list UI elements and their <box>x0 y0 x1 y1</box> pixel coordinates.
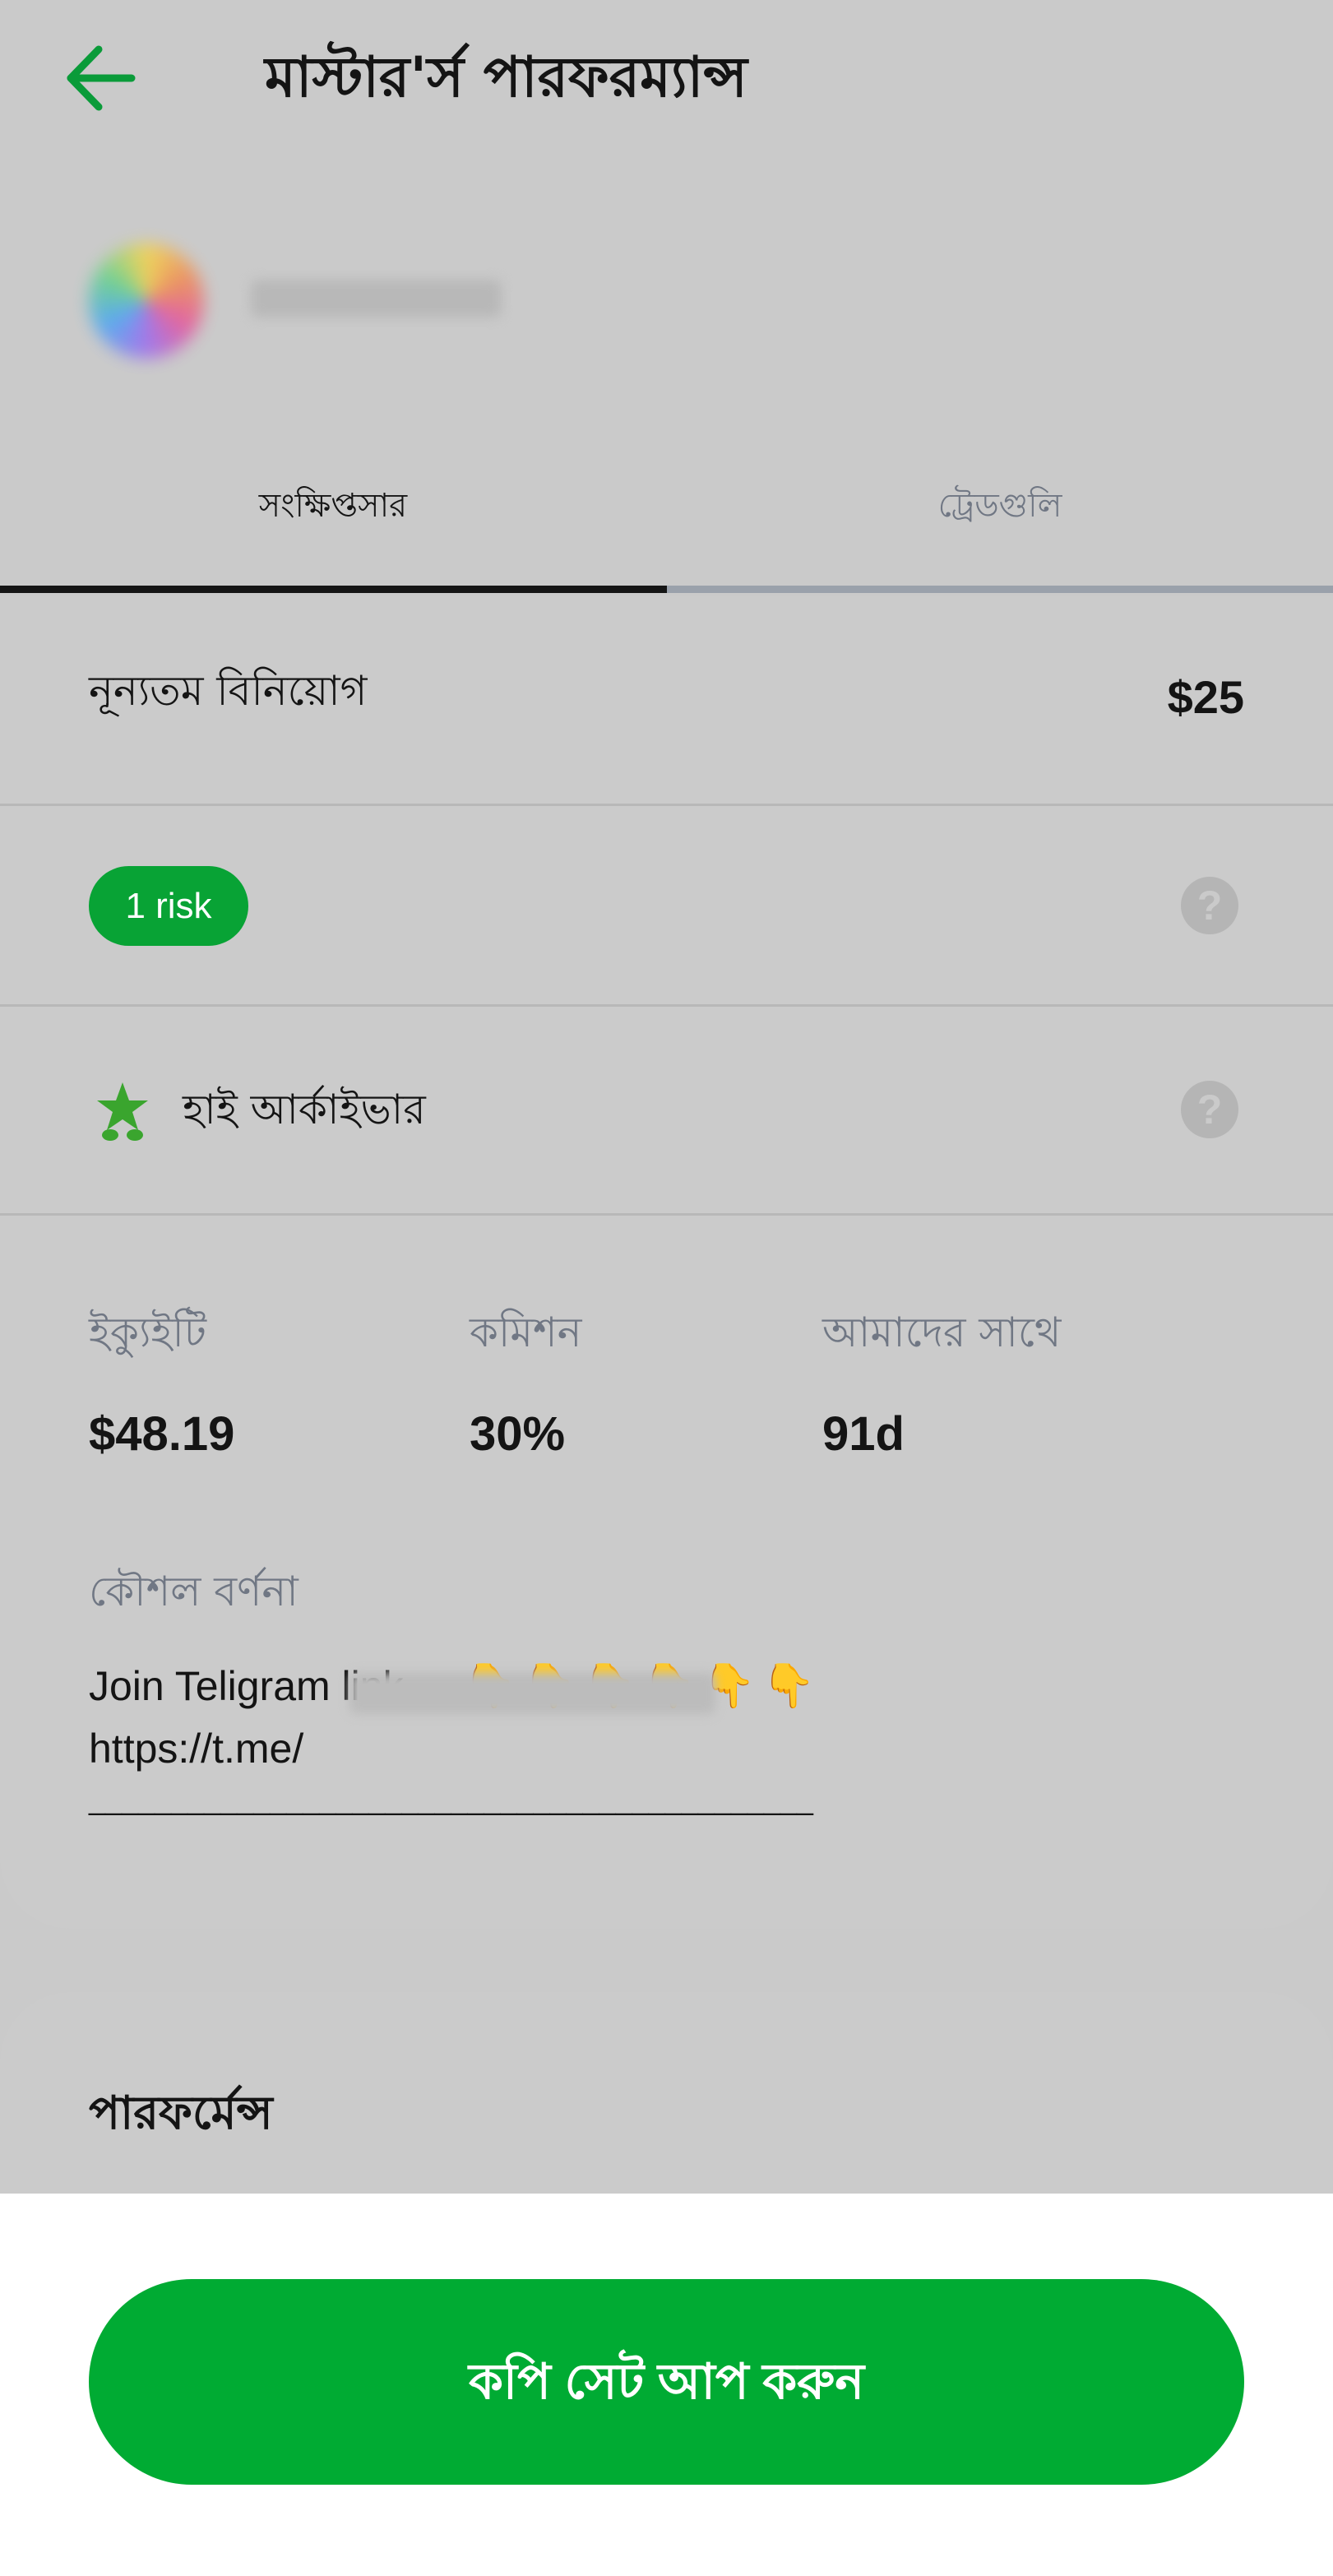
commission-label: কমিশন <box>470 1309 582 1356</box>
achiever-label: হাই আর্কাইভার <box>183 1086 426 1133</box>
divider <box>0 1213 1333 1216</box>
copy-setup-button[interactable]: কপি সেট আপ করুন <box>89 2279 1244 2485</box>
performance-title: পারফর্মেন্স <box>89 2087 273 2140</box>
master-avatar <box>89 243 204 359</box>
min-investment-value: $25 <box>1167 671 1244 723</box>
tab-trades[interactable]: ট্রেডগুলি <box>667 477 1333 535</box>
with-us-label: আমাদের সাথে <box>822 1309 1062 1356</box>
pointing-down-icon: 👇 <box>761 1661 816 1711</box>
equity-label: ইক্যুইটি <box>89 1309 207 1356</box>
with-us-value: 91d <box>822 1407 905 1461</box>
commission-value: 30% <box>470 1407 566 1461</box>
star-achiever-icon <box>95 1081 150 1142</box>
tab-active-indicator <box>0 586 667 593</box>
strategy-title: কৌশল বর্ণনা <box>89 1568 299 1615</box>
arrow-left-icon[interactable] <box>64 43 138 114</box>
equity-value: $48.19 <box>89 1407 235 1461</box>
risk-help-icon[interactable]: ? <box>1181 877 1238 934</box>
master-name-blurred <box>251 280 502 317</box>
strategy-line3: ________________________________________… <box>89 1782 813 1816</box>
risk-badge[interactable]: 1 risk <box>89 866 248 946</box>
divider <box>0 804 1333 806</box>
link-blurred <box>349 1673 715 1714</box>
min-investment-label: নূন্যতম বিনিয়োগ <box>89 667 368 715</box>
achiever-help-icon[interactable]: ? <box>1181 1081 1238 1138</box>
divider <box>0 1004 1333 1007</box>
tab-summary[interactable]: সংক্ষিপ্তসার <box>0 477 666 535</box>
page-title: মাস্টার'র্স পারফরম্যান্স <box>265 45 747 110</box>
